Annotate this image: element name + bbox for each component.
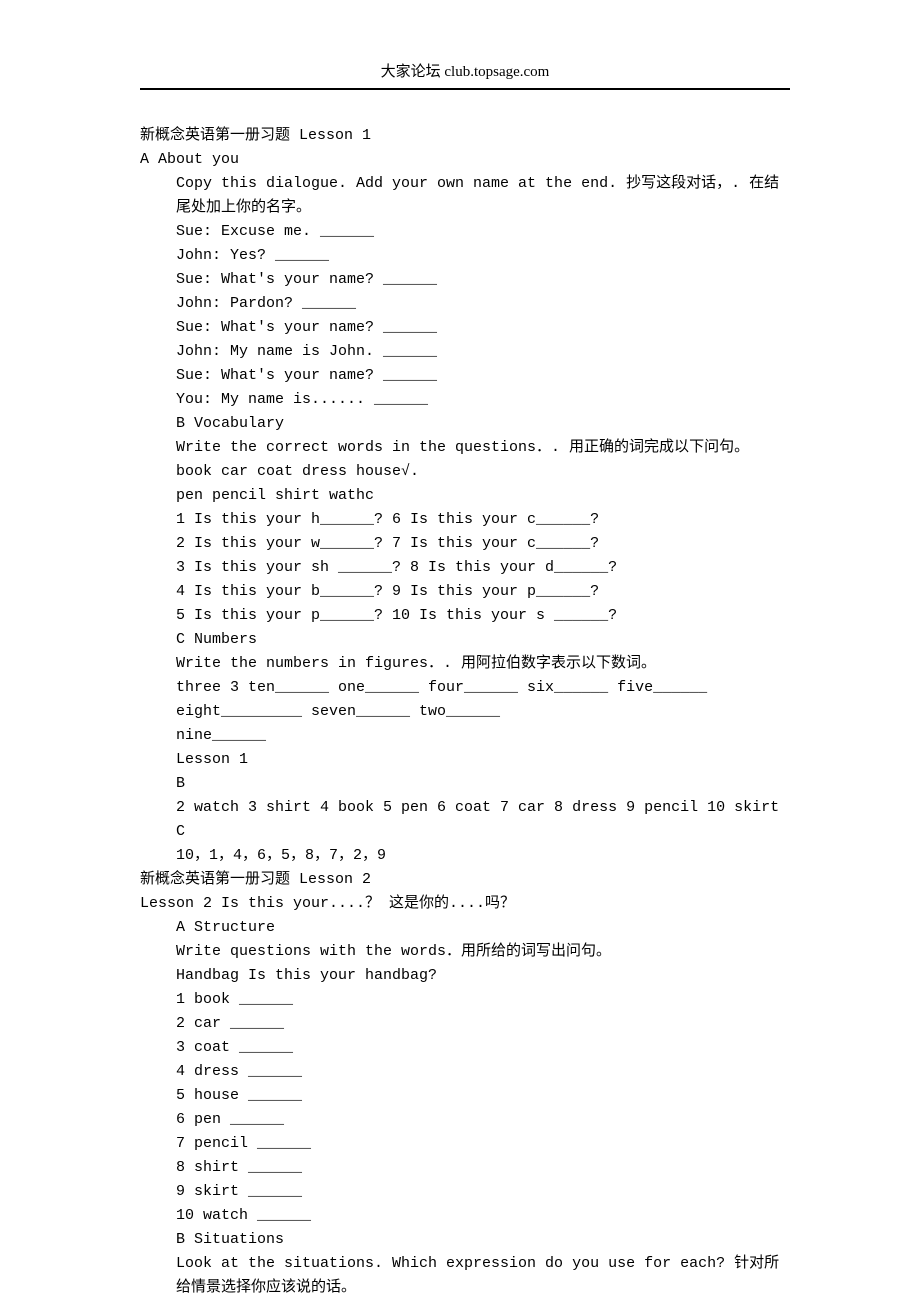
- lesson1-c-line2: eight_________ seven______ two______: [176, 700, 790, 724]
- lesson1-section-a-label: A About you: [140, 148, 790, 172]
- lesson2-a-item: 7 pencil ______: [176, 1132, 790, 1156]
- lesson1-b-item: 1 Is this your h______? 6 Is this your c…: [176, 508, 790, 532]
- lesson1-b-item: 4 Is this your b______? 9 Is this your p…: [176, 580, 790, 604]
- lesson1-a-instruction: Copy this dialogue. Add your own name at…: [176, 172, 790, 220]
- lesson2-a-item: 3 coat ______: [176, 1036, 790, 1060]
- lesson1-answer-heading: Lesson 1: [176, 748, 790, 772]
- lesson2-b-instruction: Look at the situations. Which expression…: [176, 1252, 790, 1300]
- lesson2-a-example: Handbag Is this your handbag?: [176, 964, 790, 988]
- lesson2-a-item: 9 skirt ______: [176, 1180, 790, 1204]
- lesson1-answer-b-label: B: [176, 772, 790, 796]
- dialogue-line: Sue: What's your name? ______: [176, 268, 790, 292]
- lesson1-b-wordlist1: book car coat dress house√.: [176, 460, 790, 484]
- lesson1-b-instruction: Write the correct words in the questions…: [176, 436, 790, 460]
- lesson1-answer-c-label: C: [176, 820, 790, 844]
- lesson2-section-a-label: A Structure: [176, 916, 790, 940]
- dialogue-line: John: Pardon? ______: [176, 292, 790, 316]
- dialogue-line: John: Yes? ______: [176, 244, 790, 268]
- dialogue-line: Sue: What's your name? ______: [176, 364, 790, 388]
- lesson1-c-instruction: Write the numbers in figures．. 用阿拉伯数字表示以…: [176, 652, 790, 676]
- document-page: 大家论坛 club.topsage.com 新概念英语第一册习题 Lesson …: [0, 0, 920, 1302]
- lesson2-a-item: 2 car ______: [176, 1012, 790, 1036]
- lesson2-a-item: 4 dress ______: [176, 1060, 790, 1084]
- lesson1-b-item: 2 Is this your w______? 7 Is this your c…: [176, 532, 790, 556]
- lesson1-section-b-label: B Vocabulary: [176, 412, 790, 436]
- lesson1-c-line1: three 3 ten______ one______ four______ s…: [176, 676, 790, 700]
- lesson2-a-item: 5 house ______: [176, 1084, 790, 1108]
- lesson1-section-c-label: C Numbers: [176, 628, 790, 652]
- lesson1-b-wordlist2: pen pencil shirt wathc: [176, 484, 790, 508]
- dialogue-line: You: My name is...... ______: [176, 388, 790, 412]
- dialogue-line: John: My name is John. ______: [176, 340, 790, 364]
- lesson2-a-item: 1 book ______: [176, 988, 790, 1012]
- lesson2-a-instruction: Write questions with the words．用所给的词写出问句…: [176, 940, 790, 964]
- page-header: 大家论坛 club.topsage.com: [140, 60, 790, 90]
- lesson2-title: 新概念英语第一册习题 Lesson 2: [140, 868, 790, 892]
- lesson2-a-item: 10 watch ______: [176, 1204, 790, 1228]
- dialogue-line: Sue: Excuse me. ______: [176, 220, 790, 244]
- lesson1-b-item: 3 Is this your sh ______? 8 Is this your…: [176, 556, 790, 580]
- dialogue-line: Sue: What's your name? ______: [176, 316, 790, 340]
- lesson2-a-item: 6 pen ______: [176, 1108, 790, 1132]
- lesson2-a-item: 8 shirt ______: [176, 1156, 790, 1180]
- lesson1-answer-b: 2 watch 3 shirt 4 book 5 pen 6 coat 7 ca…: [176, 796, 790, 820]
- lesson1-title: 新概念英语第一册习题 Lesson 1: [140, 124, 790, 148]
- lesson2-subtitle: Lesson 2 Is this your....？ 这是你的....吗？: [140, 892, 790, 916]
- lesson1-answer-c: 10，1，4，6，5，8，7，2，9: [176, 844, 790, 868]
- lesson2-section-b-label: B Situations: [176, 1228, 790, 1252]
- lesson1-c-line3: nine______: [176, 724, 790, 748]
- lesson1-b-item: 5 Is this your p______? 10 Is this your …: [176, 604, 790, 628]
- header-text: 大家论坛 club.topsage.com: [381, 64, 550, 80]
